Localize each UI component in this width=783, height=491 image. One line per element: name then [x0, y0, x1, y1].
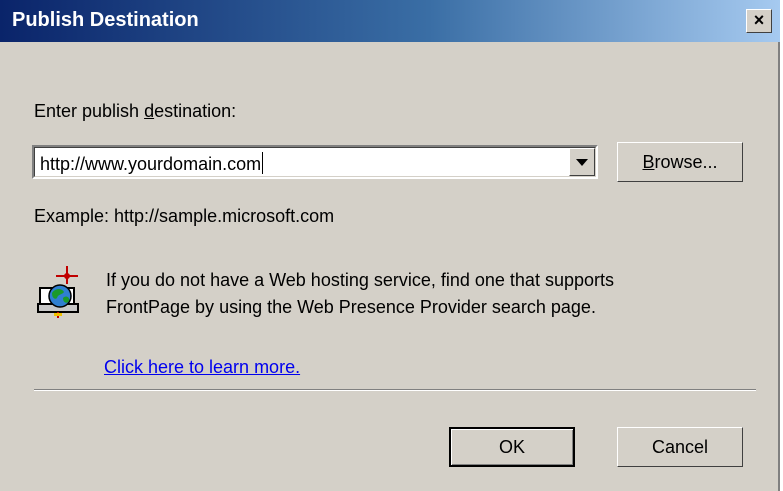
text-cursor [262, 152, 264, 174]
destination-dropdown-button[interactable] [569, 148, 595, 176]
destination-input[interactable]: http://www.yourdomain.com [40, 152, 264, 175]
browse-button[interactable]: Browse... [617, 142, 743, 182]
example-text: Example: http://sample.microsoft.com [34, 206, 335, 226]
close-icon: × [753, 10, 765, 30]
window-title: Publish Destination [12, 9, 199, 31]
destination-combobox[interactable]: http://www.yourdomain.com [32, 145, 598, 179]
title-bar[interactable]: Publish Destination × [0, 0, 780, 42]
destination-label: Enter publish destination: [34, 101, 237, 121]
destination-label-mnemonic: d [144, 101, 155, 121]
hosting-info-line2: FrontPage by using the Web Presence Prov… [106, 297, 596, 317]
hosting-info-line1: If you do not have a Web hosting service… [106, 270, 614, 290]
ok-button[interactable]: OK [449, 427, 575, 467]
divider [34, 389, 756, 391]
cancel-button[interactable]: Cancel [617, 427, 743, 467]
publish-destination-dialog: Publish Destination × Enter publish dest… [0, 0, 780, 491]
close-button[interactable]: × [746, 9, 772, 33]
chevron-down-icon [576, 158, 588, 166]
learn-more-link[interactable]: Click here to learn more. [104, 357, 300, 378]
web-presence-icon [37, 266, 79, 318]
